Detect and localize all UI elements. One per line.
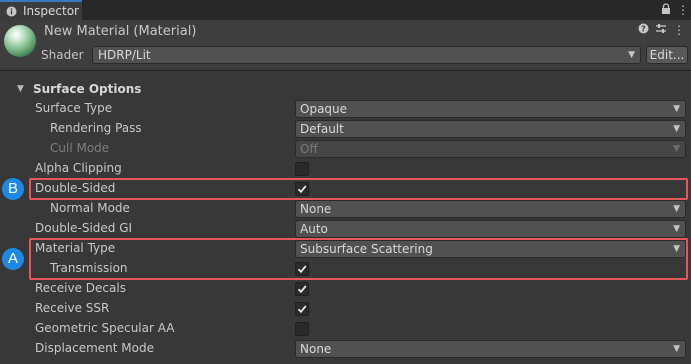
shader-label: Shader — [41, 48, 84, 62]
alpha-clipping-checkbox[interactable] — [295, 162, 309, 176]
shader-dropdown[interactable]: HDRP/Lit ▼ — [92, 46, 641, 64]
header-icons: ? ⋮ — [638, 23, 685, 37]
field-label: Receive Decals — [35, 281, 126, 295]
shader-value: HDRP/Lit — [98, 48, 151, 62]
dropdown-value: Off — [300, 142, 318, 156]
highlight-box-b — [29, 178, 688, 200]
row-receive-decals: Receive Decals — [0, 279, 691, 299]
more-icon[interactable]: ⋮ — [673, 23, 685, 37]
svg-text:?: ? — [641, 25, 646, 34]
header-divider — [0, 70, 691, 71]
field-label: Cull Mode — [50, 141, 110, 155]
edit-shader-button[interactable]: Edit... — [646, 46, 688, 64]
highlight-box-a — [29, 238, 688, 280]
checkmark-icon — [297, 285, 307, 294]
displacement-mode-dropdown[interactable]: None ▼ — [295, 340, 686, 358]
tab-bar: Inspector ⋮ — [0, 0, 691, 20]
dropdown-value: Default — [300, 122, 344, 136]
cull-mode-dropdown: Off ▼ — [295, 140, 686, 158]
info-icon — [6, 6, 17, 17]
presets-icon[interactable] — [655, 23, 667, 37]
row-displacement-mode: Displacement Mode None ▼ — [0, 339, 691, 359]
dropdown-value: Opaque — [300, 102, 348, 116]
chevron-down-icon: ▼ — [673, 104, 680, 114]
normal-mode-dropdown[interactable]: None ▼ — [295, 200, 686, 218]
field-label: Geometric Specular AA — [35, 321, 175, 335]
field-label: Displacement Mode — [35, 341, 155, 355]
help-icon[interactable]: ? — [638, 23, 649, 37]
row-alpha-clipping: Alpha Clipping — [0, 159, 691, 179]
double-sided-gi-dropdown[interactable]: Auto ▼ — [295, 220, 686, 238]
receive-decals-checkbox[interactable] — [295, 282, 309, 296]
row-rendering-pass: Rendering Pass Default ▼ — [0, 119, 691, 139]
material-header: New Material (Material) ? ⋮ Shader HDRP/… — [0, 20, 691, 68]
foldout-arrow-icon[interactable]: ▼ — [17, 84, 24, 94]
annotation-badge-a: A — [2, 248, 24, 270]
annotation-badge-b: B — [2, 178, 24, 200]
row-normal-mode: Normal Mode None ▼ — [0, 199, 691, 219]
chevron-down-icon: ▼ — [673, 204, 680, 214]
row-receive-ssr: Receive SSR — [0, 299, 691, 319]
chevron-down-icon: ▼ — [673, 344, 680, 354]
field-label: Receive SSR — [35, 301, 110, 315]
more-menu-icon[interactable]: ⋮ — [677, 3, 689, 17]
geometric-specular-aa-checkbox[interactable] — [295, 322, 309, 336]
field-label: Alpha Clipping — [35, 161, 122, 175]
row-geometric-specular-aa: Geometric Specular AA — [0, 319, 691, 339]
field-label: Surface Type — [35, 101, 113, 115]
dropdown-value: None — [300, 342, 332, 356]
material-title: New Material (Material) — [44, 24, 197, 39]
surface-options-foldout[interactable]: ▼ Surface Options — [0, 80, 691, 100]
field-label: Rendering Pass — [50, 121, 142, 135]
checkmark-icon — [297, 305, 307, 314]
row-double-sided-gi: Double-Sided GI Auto ▼ — [0, 219, 691, 239]
field-label: Double-Sided GI — [35, 221, 133, 235]
section-title: Surface Options — [33, 82, 142, 96]
rendering-pass-dropdown[interactable]: Default ▼ — [295, 120, 686, 138]
receive-ssr-checkbox[interactable] — [295, 302, 309, 316]
field-label: Normal Mode — [50, 201, 130, 215]
tab-inspector[interactable]: Inspector — [0, 0, 82, 20]
material-preview-sphere — [4, 25, 36, 57]
chevron-down-icon: ▼ — [673, 124, 680, 134]
lock-icon[interactable] — [661, 3, 671, 18]
chevron-down-icon: ▼ — [673, 224, 680, 234]
chevron-down-icon: ▼ — [673, 144, 680, 154]
row-surface-type: Surface Type Opaque ▼ — [0, 99, 691, 119]
dropdown-value: None — [300, 202, 332, 216]
surface-type-dropdown[interactable]: Opaque ▼ — [295, 100, 686, 118]
dropdown-value: Auto — [300, 222, 328, 236]
row-cull-mode: Cull Mode Off ▼ — [0, 139, 691, 159]
tab-label: Inspector — [23, 4, 79, 18]
chevron-down-icon: ▼ — [628, 50, 635, 60]
